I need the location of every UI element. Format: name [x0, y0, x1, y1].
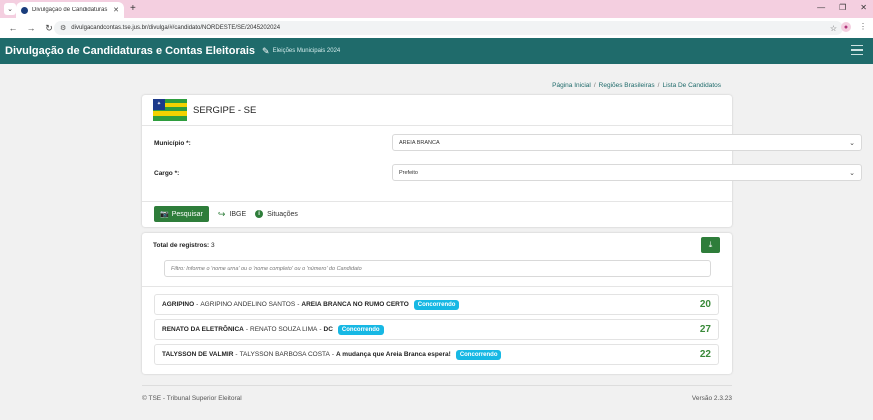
new-tab-icon[interactable]: +: [130, 3, 136, 14]
state-name: SERGIPE - SE: [193, 104, 257, 116]
chevron-down-icon: ⌄: [849, 169, 855, 177]
reload-icon[interactable]: ↻: [44, 23, 54, 34]
page-footer: © TSE - Tribunal Superior Eleitoral Vers…: [142, 385, 732, 402]
hamburger-menu-icon[interactable]: [851, 45, 863, 55]
tab-title: Divulgação de Candidaturas e C: [32, 7, 109, 13]
bookmark-star-icon[interactable]: ☆: [830, 24, 837, 33]
status-badge: Concorrendo: [337, 324, 384, 335]
url-field[interactable]: ⚙ divulgacandcontas.tse.jus.br/divulga/#…: [54, 21, 843, 35]
browser-tab[interactable]: Divulgação de Candidaturas e C ✕: [16, 2, 124, 18]
municipio-label: Município *:: [154, 140, 191, 147]
total-value: 3: [211, 242, 215, 249]
tab-search-icon[interactable]: ⌄: [4, 3, 16, 15]
window-controls: — ❐ ✕: [817, 3, 867, 12]
footer-copyright: © TSE - Tribunal Superior Eleitoral: [142, 395, 242, 402]
app-title[interactable]: Divulgação de Candidaturas e Contas Elei…: [5, 45, 255, 57]
candidate-number: 22: [699, 349, 711, 360]
close-tab-icon[interactable]: ✕: [113, 6, 119, 14]
cargo-value: Prefeito: [399, 169, 418, 176]
total-records: Total de registros: 3: [153, 242, 215, 249]
ibge-label: IBGE: [229, 210, 247, 218]
restore-icon[interactable]: ❐: [839, 3, 846, 12]
cargo-label: Cargo *:: [154, 170, 180, 177]
breadcrumb-regions[interactable]: Regiões Brasileiras: [599, 82, 655, 89]
candidate-coalition: AREIA BRANCA NO RUMO CERTO: [301, 301, 409, 308]
search-button[interactable]: 📷 Pesquisar: [154, 206, 209, 222]
ibge-link[interactable]: ↪ IBGE: [218, 209, 246, 220]
favicon-icon: [21, 6, 28, 14]
municipio-value: AREIA BRANCA: [399, 139, 440, 146]
cargo-select[interactable]: Prefeito ⌄: [392, 164, 862, 181]
close-window-icon[interactable]: ✕: [860, 3, 867, 12]
candidate-row[interactable]: RENATO DA ELETRÔNICA - RENATO SOUZA LIMA -…: [154, 319, 719, 340]
total-label: Total de registros:: [153, 242, 210, 249]
minimize-icon[interactable]: —: [817, 3, 825, 12]
chevron-down-icon: ⌄: [849, 139, 855, 147]
divider: [142, 201, 732, 202]
candidate-coalition: A mudança que Areia Branca espera!: [336, 351, 451, 358]
divider: [142, 125, 732, 126]
candidate-number: 20: [699, 299, 711, 310]
profile-avatar-icon[interactable]: ●: [841, 22, 851, 32]
candidate-urna-name: AGRIPINO: [162, 301, 195, 308]
search-card: ✦ SERGIPE - SE Município *: AREIA BRANCA…: [142, 95, 862, 227]
breadcrumb-candidates: Lista De Candidatos: [662, 82, 721, 89]
camera-icon: 📷: [160, 211, 169, 218]
candidate-full-name: AGRIPINO ANDELINO SANTOS: [200, 301, 296, 308]
candidate-row[interactable]: TALYSSON DE VALMIR - TALYSSON BARBOSA COS…: [154, 344, 719, 365]
candidate-coalition: DC: [323, 326, 333, 333]
candidate-urna-name: TALYSSON DE VALMIR: [162, 351, 234, 358]
divider: [142, 286, 732, 287]
breadcrumb: Página Inicial / Regiões Brasileiras / Lista…: [552, 82, 721, 89]
situacoes-link[interactable]: i Situações: [255, 210, 298, 218]
candidate-number: 27: [699, 324, 711, 335]
municipio-select[interactable]: AREIA BRANCA ⌄: [392, 134, 862, 151]
candidate-full-name: TALYSSON BARBOSA COSTA: [239, 351, 330, 358]
situacoes-label: Situações: [267, 210, 298, 218]
sergipe-flag-icon: ✦: [153, 99, 187, 121]
browser-tab-bar: ⌄ Divulgação de Candidaturas e C ✕ + — ❐…: [0, 0, 873, 18]
footer-version: Versão 2.3.23: [691, 395, 732, 402]
site-settings-icon[interactable]: ⚙: [60, 24, 66, 32]
browser-address-bar: ← → ↻ ⚙ divulgacandcontas.tse.jus.br/div…: [0, 18, 873, 38]
app-header: Divulgação de Candidaturas e Contas Elei…: [0, 38, 873, 64]
share-arrow-icon: ↪: [217, 208, 226, 219]
results-card: Total de registros: 3 ⤓ AGRIPINO- AGRIPI…: [142, 233, 732, 374]
election-subtitle[interactable]: Eleições Municipais 2024: [273, 48, 341, 54]
edit-icon: ✎: [262, 45, 270, 56]
candidate-filter-input[interactable]: [164, 260, 711, 277]
breadcrumb-home[interactable]: Página Inicial: [552, 82, 591, 89]
candidate-row[interactable]: AGRIPINO - AGRIPINO ANDELINO SANTOS - AREI…: [154, 294, 719, 315]
browser-menu-icon[interactable]: ⋮: [859, 22, 867, 32]
candidate-full-name: RENATO SOUZA LIMA: [250, 326, 318, 333]
status-badge: Concorrendo: [455, 349, 502, 360]
forward-icon[interactable]: →: [26, 23, 36, 33]
status-badge: Concorrendo: [413, 299, 460, 310]
download-icon: ⤓: [708, 240, 713, 249]
download-button[interactable]: ⤓: [701, 237, 720, 253]
back-icon[interactable]: ←: [8, 23, 18, 33]
candidate-urna-name: RENATO DA ELETRÔNICA: [162, 326, 244, 333]
url-text: divulgacandcontas.tse.jus.br/divulga/#/c…: [71, 25, 281, 31]
search-button-label: Pesquisar: [171, 210, 203, 218]
info-icon: i: [255, 210, 264, 218]
